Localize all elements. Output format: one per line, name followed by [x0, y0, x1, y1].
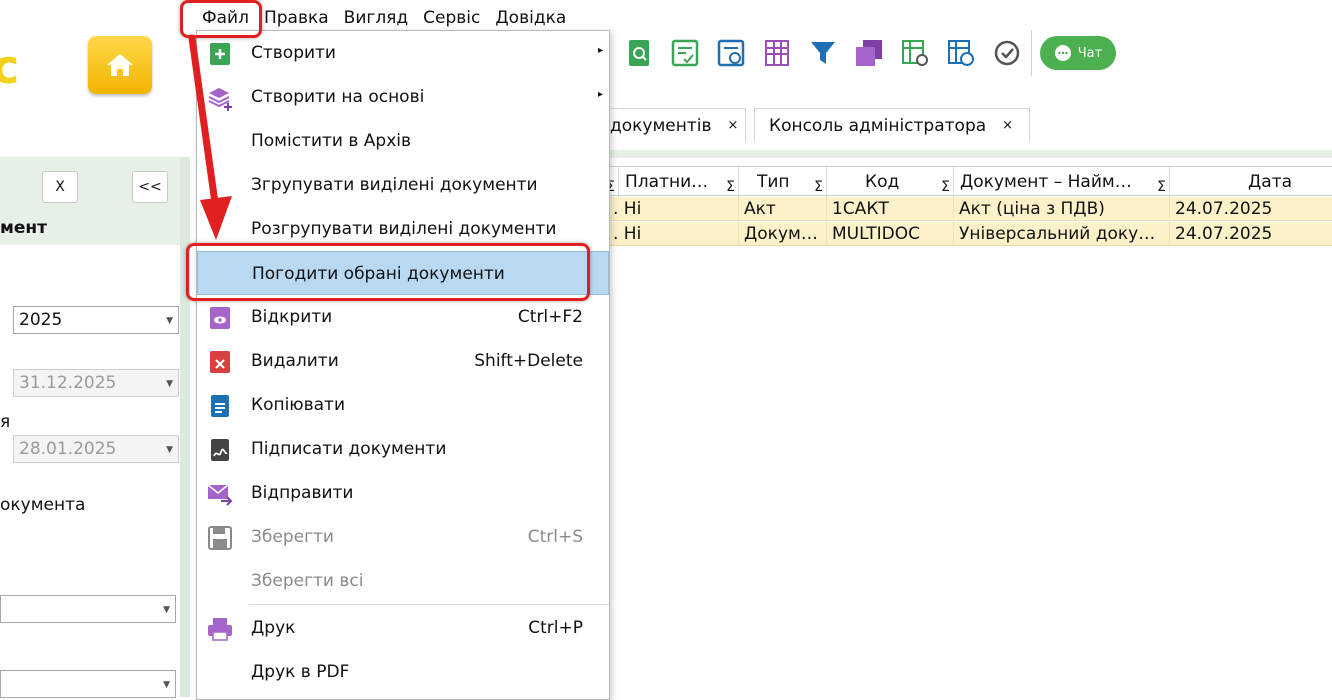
file-menu: Створити ▸ Створити на основі ▸ Помістит…	[196, 30, 610, 700]
chat-button[interactable]: Чат	[1040, 36, 1116, 70]
column-header-code[interactable]: Код Σ	[827, 167, 954, 197]
date-to-field: 28.01.2025 ▼	[13, 435, 179, 463]
date-from-field: 31.12.2025 ▼	[13, 369, 179, 397]
close-icon[interactable]: ×	[728, 118, 739, 133]
toolbar-separator	[1031, 30, 1032, 76]
menu-item-delete[interactable]: Видалити Shift+Delete	[197, 339, 609, 383]
chevron-down-icon: ▼	[166, 445, 173, 455]
menu-item-create-based[interactable]: Створити на основі ▸	[197, 75, 609, 119]
cell-document: Універсальний доку…	[954, 222, 1170, 246]
table-settings-icon[interactable]	[900, 38, 930, 68]
cell-document: Акт (ціна з ПДВ)	[954, 197, 1170, 221]
arrow-annotation-icon	[188, 34, 232, 240]
search-doc-icon[interactable]	[624, 38, 654, 68]
close-icon[interactable]: ×	[1002, 118, 1013, 133]
menu-separator	[249, 604, 609, 605]
year-value: 2025	[19, 310, 63, 330]
cell-payer: . Ні	[608, 197, 739, 221]
panel-heading: мент	[0, 218, 48, 238]
menu-item-sign[interactable]: Підписати документи	[197, 427, 609, 471]
tab-documents[interactable]: документів ×	[596, 108, 746, 142]
menu-item-group[interactable]: Згрупувати виділені документи	[197, 163, 609, 207]
menu-item-archive[interactable]: Помістити в Архів	[197, 119, 609, 163]
filter-icon[interactable]	[808, 38, 838, 68]
year-select[interactable]: 2025 ▼	[13, 306, 179, 334]
tab-admin-console[interactable]: Консоль адміністратора ×	[754, 108, 1030, 142]
menu-item-print-pdf[interactable]: Друк в PDF	[197, 650, 609, 694]
cell-payer: . Ні	[608, 222, 739, 246]
cell-date: 24.07.2025	[1175, 199, 1273, 219]
column-header-date[interactable]: Дата	[1170, 167, 1332, 197]
filter-select[interactable]: ▼	[0, 670, 176, 698]
signature-icon	[211, 439, 229, 461]
menu-help[interactable]: Довідка	[495, 8, 566, 28]
collapse-panel-button[interactable]: <<	[132, 171, 168, 203]
column-header-type[interactable]: Тип Σ	[739, 167, 827, 197]
chevron-down-icon: ▼	[166, 379, 173, 389]
tab-label: Консоль адміністратора	[769, 115, 987, 136]
chat-label: Чат	[1077, 45, 1103, 61]
cell-code: MULTIDOC	[827, 222, 954, 246]
menu-item-print[interactable]: Друк Ctrl+P	[197, 606, 609, 650]
menu-item-save[interactable]: Зберегти Ctrl+S	[197, 515, 609, 559]
highlight-approve-item	[186, 243, 590, 301]
date-from-value: 31.12.2025	[19, 373, 117, 393]
menu-service[interactable]: Сервіс	[423, 8, 480, 28]
send-mail-icon	[207, 484, 233, 506]
cell-date: 24.07.2025	[1175, 224, 1273, 244]
menu-item-open[interactable]: Відкрити Ctrl+F2	[197, 295, 609, 339]
chat-icon	[1054, 45, 1071, 61]
cell-type: Докум…	[739, 222, 827, 246]
save-icon	[208, 526, 232, 550]
menu-item-send[interactable]: Відправити	[197, 471, 609, 515]
column-header-payer[interactable]: Платни… Σ	[619, 167, 739, 197]
menu-item-copy[interactable]: Копіювати	[197, 383, 609, 427]
eye-doc-icon	[210, 307, 230, 329]
date-to-value: 28.01.2025	[19, 439, 117, 459]
table-edit-icon[interactable]	[762, 38, 792, 68]
menu-item-create[interactable]: Створити ▸	[197, 31, 609, 75]
label-period: я	[0, 412, 11, 432]
column-header-document[interactable]: Документ – Найм… Σ	[954, 167, 1170, 197]
label-document: окумента	[0, 495, 86, 515]
cell-code: 1САКТ	[827, 197, 954, 221]
menu-edit[interactable]: Правка	[264, 8, 329, 28]
refresh-list-icon[interactable]	[716, 38, 746, 68]
menu-view[interactable]: Вигляд	[344, 8, 409, 28]
chevron-down-icon: ▼	[163, 605, 170, 615]
table-row[interactable]: . Ні Акт 1САКТ Акт (ціна з ПДВ) 24.07.20…	[608, 197, 1332, 221]
delete-doc-icon	[210, 351, 230, 373]
table-refresh-icon[interactable]	[946, 38, 976, 68]
chevron-down-icon: ▼	[166, 316, 173, 326]
app-logo: c	[0, 40, 20, 94]
copy-doc-icon	[211, 395, 229, 417]
checklist-icon[interactable]	[670, 38, 700, 68]
submenu-arrow-icon: ▸	[597, 89, 603, 100]
printer-icon	[208, 618, 232, 641]
cell-type: Акт	[739, 197, 827, 221]
home-button[interactable]	[88, 36, 152, 94]
table-row[interactable]: . Ні Докум… MULTIDOC Універсальний доку……	[608, 222, 1332, 246]
tab-label: документів	[610, 115, 712, 136]
chevron-down-icon: ▼	[163, 680, 170, 690]
close-panel-button[interactable]: X	[42, 171, 78, 203]
grid-header: Σ Платни… Σ Тип Σ Код Σ Документ – Найм… Σ Д…	[606, 166, 1332, 197]
sync-check-icon[interactable]	[992, 38, 1022, 68]
submenu-arrow-icon: ▸	[597, 45, 603, 56]
highlight-file-menu	[180, 0, 262, 38]
layers-icon[interactable]	[854, 38, 884, 68]
document-type-select[interactable]: ▼	[0, 595, 176, 623]
menu-item-save-all[interactable]: Зберегти всі	[197, 559, 609, 603]
tab-strip	[590, 150, 1332, 158]
home-icon	[107, 54, 133, 76]
